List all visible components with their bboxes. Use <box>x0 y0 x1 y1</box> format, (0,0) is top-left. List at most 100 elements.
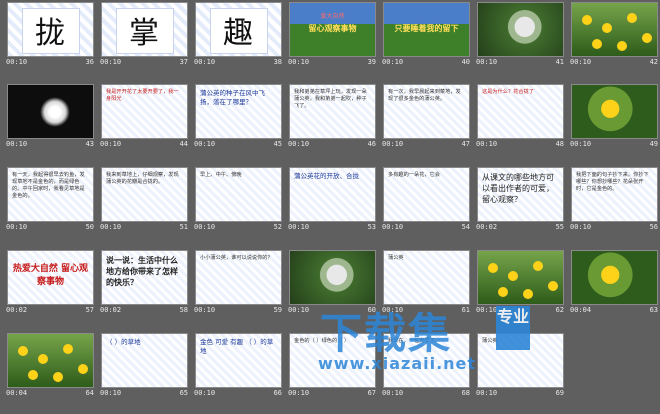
slide-number: 49 <box>649 140 658 148</box>
slide-preview[interactable]: 掌 <box>101 2 188 57</box>
slide-preview[interactable]: 这是为什么？花合拢了 <box>477 84 564 139</box>
slide-thumbnail[interactable]: 蒲公英 00:10 69 <box>474 331 568 400</box>
slide-thumbnail[interactable]: 我和弟弟在草坪上玩，发现一朵蒲公英，我和弟弟一起吹，种子飞了。 00:10 46 <box>286 82 380 151</box>
character: 趣 <box>223 16 253 51</box>
slide-duration: 00:10 <box>288 306 310 314</box>
slide-preview[interactable]: 金色的（ ）绿色的（ ） <box>289 333 376 388</box>
slide-thumbnail[interactable]: 00:10 41 <box>474 0 568 69</box>
slide-thumbnail[interactable]: 趣 00:10 38 <box>192 0 286 69</box>
slide-thumbnail[interactable]: 只要睡着我的留下 00:10 40 <box>380 0 474 69</box>
slide-thumbnail[interactable]: 蒲公英花的开放、合拢 00:10 53 <box>286 165 380 234</box>
slide-preview[interactable]: 我和弟弟在草坪上玩，发现一朵蒲公英，我和弟弟一起吹，种子飞了。 <box>289 84 376 139</box>
slide-preview[interactable] <box>477 250 564 305</box>
dandelion-photo[interactable] <box>571 84 658 139</box>
slide-duration: 00:10 <box>100 58 122 66</box>
slide-preview[interactable]: 早上、中午、傍晚 <box>195 167 282 222</box>
slide-thumbnail[interactable]: 我来到草地上，仔细观察，发现蒲公英的花瓣是合拢的。 00:10 51 <box>98 165 192 234</box>
slide-thumbnail[interactable]: 我现在，一位天早了。 00:10 68 <box>380 331 474 400</box>
slide-preview[interactable] <box>7 84 94 139</box>
slide-text: 金色的（ ）绿色的（ ） <box>294 338 350 344</box>
slide-caption: 00:10 60 <box>288 306 378 316</box>
slide-thumbnail[interactable]: 00:04 64 <box>4 331 98 400</box>
slide-text: 蒲公英的种子在风中飞扬，落在了哪里？ <box>200 89 265 106</box>
slide-thumbnail[interactable]: （ ）的草地 00:10 65 <box>98 331 192 400</box>
slide-thumbnail[interactable]: 蒲公英 00:10 61 <box>380 248 474 317</box>
slide-thumbnail[interactable]: 00:10 60 <box>286 248 380 317</box>
slide-thumbnail[interactable]: 热爱大自然 留心观察事物 00:02 57 <box>4 248 98 317</box>
slide-thumbnail[interactable]: 这是为什么？花合拢了 00:10 48 <box>474 82 568 151</box>
slide-number: 39 <box>367 58 376 66</box>
slide-preview[interactable]: 趣 <box>195 2 282 57</box>
slide-thumbnail[interactable]: 说一说：生活中什么地方给你带来了怎样的快乐？ 00:02 58 <box>98 248 192 317</box>
slide-thumbnail[interactable]: 有一天，我起得很早去钓鱼，发现草地不是金色的，而是绿色的。中午回家时，我看见草地… <box>4 165 98 234</box>
slide-thumbnail[interactable]: 爱大自然 留心观察事物 00:10 39 <box>286 0 380 69</box>
slide-preview[interactable]: 小小蒲公英，谁可以说说你的？ <box>195 250 282 305</box>
slide-thumbnail[interactable]: 00:10 49 <box>568 82 660 151</box>
slide-preview[interactable]: 爱大自然 留心观察事物 <box>289 2 376 57</box>
slide-preview[interactable]: 从课文的哪些地方可以看出作者的可爱，留心观察？ <box>477 167 564 222</box>
dandelion-photo[interactable] <box>477 2 564 57</box>
slide-thumbnail[interactable]: 金色 可爱 有趣 （ ）的草地 00:10 66 <box>192 331 286 400</box>
dandelion-photo[interactable] <box>571 250 658 305</box>
slide-text: （ ）的草地 <box>106 338 141 346</box>
slide-thumbnail[interactable]: 00:04 63 <box>568 248 660 317</box>
slide-preview[interactable]: 说一说：生活中什么地方给你带来了怎样的快乐？ <box>101 250 188 305</box>
slide-thumbnail[interactable]: 金色的（ ）绿色的（ ） 00:10 67 <box>286 331 380 400</box>
slide-preview[interactable]: 我是开开花了太要开要了，我一身阳光 <box>101 84 188 139</box>
slide-caption: 00:10 38 <box>194 58 284 68</box>
slide-preview[interactable]: 热爱大自然 留心观察事物 <box>7 250 94 305</box>
slide-thumbnail[interactable]: 小小蒲公英，谁可以说说你的？ 00:10 59 <box>192 248 286 317</box>
slide-preview[interactable]: 金色 可爱 有趣 （ ）的草地 <box>195 333 282 388</box>
slide-preview[interactable] <box>571 2 658 57</box>
slide-caption: 00:10 62 <box>476 306 566 316</box>
slide-subtitle: 爱大自然 <box>320 13 345 20</box>
slide-duration: 00:10 <box>100 140 122 148</box>
slide-preview[interactable]: 我把下面的句子抄下来。你抄下哪些？你想抄哪些？花朵张开时，它是金色的。 <box>571 167 658 222</box>
dandelion-photo[interactable] <box>289 250 376 305</box>
slide-preview[interactable]: 蒲公英的种子在风中飞扬，落在了哪里？ <box>195 84 282 139</box>
slide-thumbnail[interactable]: 早上、中午、傍晚 00:10 52 <box>192 165 286 234</box>
slide-text: 我是开开花了太要开要了，我一身阳光 <box>106 89 179 102</box>
yellow-flower <box>642 33 652 43</box>
slide-preview[interactable]: 只要睡着我的留下 <box>383 2 470 57</box>
slide-preview[interactable]: （ ）的草地 <box>101 333 188 388</box>
slide-thumbnail[interactable]: 有一次，我早晨起来到菜地，发现了很多金色的蒲公英。 00:10 47 <box>380 82 474 151</box>
slide-preview[interactable]: 我现在，一位天早了。 <box>383 333 470 388</box>
slide-duration: 00:10 <box>194 140 216 148</box>
slide-thumbnail[interactable]: 00:10 43 <box>4 82 98 151</box>
slide-preview[interactable]: 蒲公英 <box>383 250 470 305</box>
slide-thumbnail[interactable]: 多有趣的一朵花，它会 00:10 54 <box>380 165 474 234</box>
slide-duration: 00:04 <box>570 306 592 314</box>
slide-duration: 00:10 <box>194 58 216 66</box>
yellow-flower <box>523 289 533 299</box>
slide-thumbnail[interactable]: 掌 00:10 37 <box>98 0 192 69</box>
slide-duration: 00:10 <box>476 389 498 397</box>
slide-duration: 00:10 <box>570 223 592 231</box>
slide-text: 蒲公英 <box>388 255 404 261</box>
slide-caption: 00:10 51 <box>100 223 190 233</box>
yellow-flower <box>533 261 543 271</box>
slide-thumbnail[interactable]: 我把下面的句子抄下来。你抄下哪些？你想抄哪些？花朵张开时，它是金色的。 00:10… <box>568 165 660 234</box>
slide-thumbnail[interactable]: 我是开开花了太要开要了，我一身阳光 00:10 44 <box>98 82 192 151</box>
slide-preview[interactable]: 有一天，我起得很早去钓鱼，发现草地不是金色的，而是绿色的。中午回家时，我看见草地… <box>7 167 94 222</box>
slide-preview[interactable]: 有一次，我早晨起来到菜地，发现了很多金色的蒲公英。 <box>383 84 470 139</box>
slide-preview[interactable]: 蒲公英 <box>477 333 564 388</box>
slide-preview[interactable]: 多有趣的一朵花，它会 <box>383 167 470 222</box>
slide-thumbnail[interactable]: 00:10 62 <box>474 248 568 317</box>
slide-number: 64 <box>85 389 94 397</box>
slide-duration: 00:10 <box>476 140 498 148</box>
slide-preview[interactable]: 拢 <box>7 2 94 57</box>
slide-preview[interactable]: 蒲公英花的开放、合拢 <box>289 167 376 222</box>
slide-thumbnail[interactable]: 从课文的哪些地方可以看出作者的可爱，留心观察？ 00:02 55 <box>474 165 568 234</box>
slide-preview[interactable] <box>7 333 94 388</box>
slide-number: 42 <box>649 58 658 66</box>
slide-thumbnail[interactable]: 00:10 42 <box>568 0 660 69</box>
slide-text: 有一次，我早晨起来到菜地，发现了很多金色的蒲公英。 <box>388 89 461 102</box>
slide-caption: 00:10 43 <box>6 140 96 150</box>
slide-thumbnail[interactable]: 拢 00:10 36 <box>4 0 98 69</box>
slide-number: 45 <box>273 140 282 148</box>
slide-text: 多有趣的一朵花，它会 <box>388 172 440 178</box>
slide-thumbnail[interactable]: 蒲公英的种子在风中飞扬，落在了哪里？ 00:10 45 <box>192 82 286 151</box>
slide-number: 48 <box>555 140 564 148</box>
slide-preview[interactable]: 我来到草地上，仔细观察，发现蒲公英的花瓣是合拢的。 <box>101 167 188 222</box>
